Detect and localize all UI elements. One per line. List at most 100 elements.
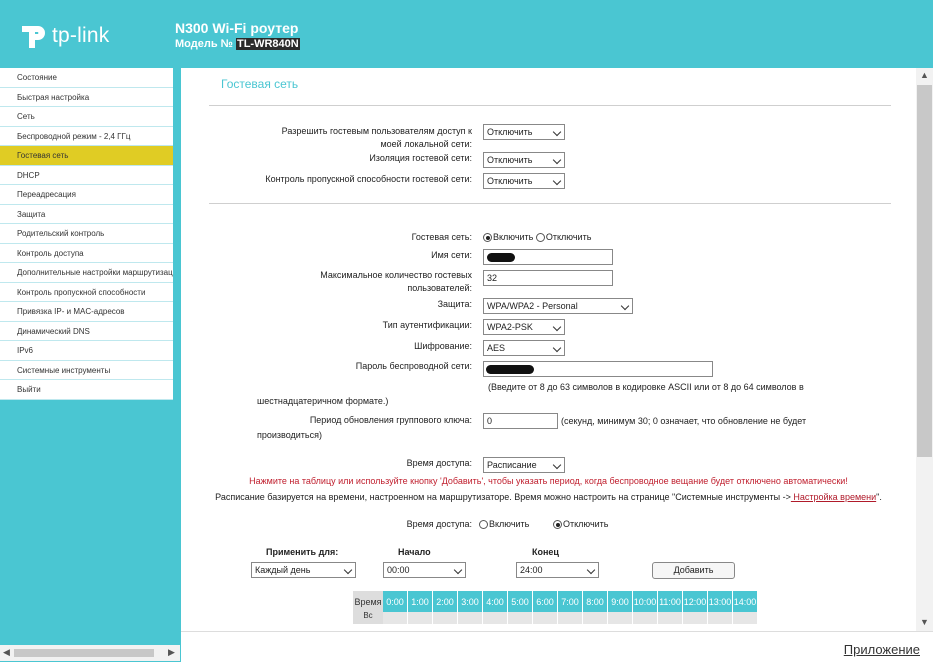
table-hour-header: 7:00 <box>557 591 583 612</box>
password-hint-cont: шестнадцатеричном формате.) <box>257 396 389 406</box>
access-time-label: Время доступа: <box>406 458 472 468</box>
table-day-label: Вс <box>353 612 383 624</box>
schedule-cell[interactable] <box>557 612 583 624</box>
horizontal-scrollbar[interactable]: ◀ ▶ <box>0 645 180 661</box>
chevron-down-icon <box>586 565 596 575</box>
sidebar-item[interactable]: Гостевая сеть <box>0 146 173 166</box>
auth-type-select[interactable]: WPA2-PSK <box>483 319 565 335</box>
table-hour-header: 5:00 <box>507 591 533 612</box>
sidebar-item[interactable]: Выйти <box>0 380 173 400</box>
apply-for-select[interactable]: Каждый день <box>251 562 356 578</box>
password-input[interactable] <box>483 361 713 377</box>
vertical-scroll-thumb[interactable] <box>917 85 932 457</box>
schedule-cell[interactable] <box>657 612 683 624</box>
tp-link-logo-icon <box>22 26 45 48</box>
table-hour-header: 8:00 <box>582 591 608 612</box>
table-hour-header: 10:00 <box>632 591 658 612</box>
schedule-table[interactable]: Время 0:00 1:00 2:00 3:00 4:00 5:00 6:00 7:00 8:… <box>353 591 758 624</box>
sidebar-item[interactable]: Состояние <box>0 68 173 88</box>
header: tp-link N300 Wi-Fi роутер Модель № TL-WR… <box>0 0 933 68</box>
schedule-cell[interactable] <box>482 612 508 624</box>
scroll-left-icon[interactable]: ◀ <box>3 647 10 658</box>
password-label: Пароль беспроводной сети: <box>355 361 472 371</box>
ssid-input[interactable] <box>483 249 613 265</box>
sidebar-item[interactable]: Контроль доступа <box>0 244 173 263</box>
sidebar-item[interactable]: Родительский контроль <box>0 224 173 244</box>
tp-link-logo: tp-link <box>18 21 109 51</box>
schedule-cell[interactable] <box>607 612 633 624</box>
model-line: Модель № TL-WR840N <box>175 38 300 50</box>
chevron-down-icon <box>552 127 562 137</box>
group-key-input[interactable]: 0 <box>483 413 558 429</box>
table-hour-header: 9:00 <box>607 591 633 612</box>
sidebar-item[interactable]: Системные инструменты <box>0 361 173 380</box>
schedule-cell[interactable] <box>532 612 558 624</box>
main-content: Гостевая сеть Разрешить гостевым пользов… <box>181 68 916 631</box>
horizontal-scroll-thumb[interactable] <box>14 649 154 657</box>
start-time-select[interactable]: 00:00 <box>383 562 466 578</box>
isolation-select[interactable]: Отключить <box>483 152 565 168</box>
sidebar-item[interactable]: Быстрая настройка <box>0 88 173 107</box>
access-disable-radio[interactable]: Отключить <box>553 518 609 531</box>
sidebar-item[interactable]: DHCP <box>0 166 173 185</box>
max-users-input[interactable]: 32 <box>483 270 613 286</box>
bandwidth-select[interactable]: Отключить <box>483 173 565 189</box>
access-enable-radio[interactable]: Включить <box>479 518 529 531</box>
chevron-down-icon <box>552 460 562 470</box>
redacted-mark <box>486 365 534 374</box>
guest-network-label: Гостевая сеть: <box>411 232 472 242</box>
divider <box>209 105 891 106</box>
guest-network-disable-radio[interactable]: Отключить <box>535 232 591 243</box>
schedule-cell[interactable] <box>383 612 408 624</box>
security-select[interactable]: WPA/WPA2 - Personal <box>483 298 633 314</box>
sidebar: Состояние Быстрая настройка Сеть Беспроводн… <box>0 68 173 400</box>
end-time-select[interactable]: 24:00 <box>516 562 599 578</box>
schedule-cell[interactable] <box>582 612 608 624</box>
scroll-right-icon[interactable]: ▶ <box>168 647 175 658</box>
sidebar-item[interactable]: Дополнительные настройки маршрутизации <box>0 263 173 283</box>
chevron-down-icon <box>552 176 562 186</box>
sidebar-item[interactable]: Беспроводной режим - 2,4 ГГц <box>0 127 173 146</box>
time-settings-link[interactable]: Настройка времени <box>791 492 876 502</box>
local-access-label: Разрешить гостевым пользователям доступ … <box>281 126 472 149</box>
schedule-instruction: Нажмите на таблицу или используйте кнопк… <box>249 476 848 486</box>
sidebar-item[interactable]: Контроль пропускной способности <box>0 283 173 302</box>
sidebar-item[interactable]: Защита <box>0 205 173 224</box>
sidebar-item[interactable]: Привязка IP- и MAC-адресов <box>0 302 173 322</box>
scroll-up-icon[interactable]: ▲ <box>920 70 929 80</box>
encryption-select[interactable]: AES <box>483 340 565 356</box>
chevron-down-icon <box>453 565 463 575</box>
page-title: Гостевая сеть <box>221 77 299 91</box>
divider <box>209 203 891 204</box>
schedule-cell[interactable] <box>732 612 758 624</box>
sidebar-item[interactable]: Сеть <box>0 107 173 127</box>
add-button[interactable]: Добавить <box>652 562 735 579</box>
group-key-hint: (секунд, минимум 30; 0 означает, что обн… <box>561 416 807 426</box>
apply-for-label: Применить для: <box>266 547 339 557</box>
start-label: Начало <box>398 547 431 557</box>
schedule-cell[interactable] <box>407 612 433 624</box>
bottom-bar: Приложение <box>181 631 933 662</box>
sidebar-item[interactable]: Переадресация <box>0 185 173 205</box>
redacted-mark <box>487 253 515 262</box>
schedule-cell[interactable] <box>682 612 708 624</box>
schedule-cell[interactable] <box>432 612 458 624</box>
security-label: Защита: <box>437 299 472 309</box>
appendix-link[interactable]: Приложение <box>844 642 920 657</box>
schedule-cell[interactable] <box>507 612 533 624</box>
vertical-scrollbar[interactable]: ▲ ▼ <box>916 68 933 631</box>
schedule-cell[interactable] <box>707 612 733 624</box>
sidebar-item[interactable]: IPv6 <box>0 341 173 361</box>
schedule-cell[interactable] <box>457 612 483 624</box>
access-time-select[interactable]: Расписание <box>483 457 565 473</box>
sidebar-item[interactable]: Динамический DNS <box>0 322 173 341</box>
schedule-cell[interactable] <box>632 612 658 624</box>
product-title: N300 Wi-Fi роутер <box>175 20 299 36</box>
scroll-down-icon[interactable]: ▼ <box>920 617 929 627</box>
isolation-label: Изоляция гостевой сети: <box>369 153 472 163</box>
chevron-down-icon <box>343 565 353 575</box>
local-access-select[interactable]: Отключить <box>483 124 565 140</box>
encryption-label: Шифрование: <box>414 341 472 351</box>
guest-network-enable-radio[interactable]: Включить <box>483 232 533 243</box>
end-label: Конец <box>532 547 559 557</box>
